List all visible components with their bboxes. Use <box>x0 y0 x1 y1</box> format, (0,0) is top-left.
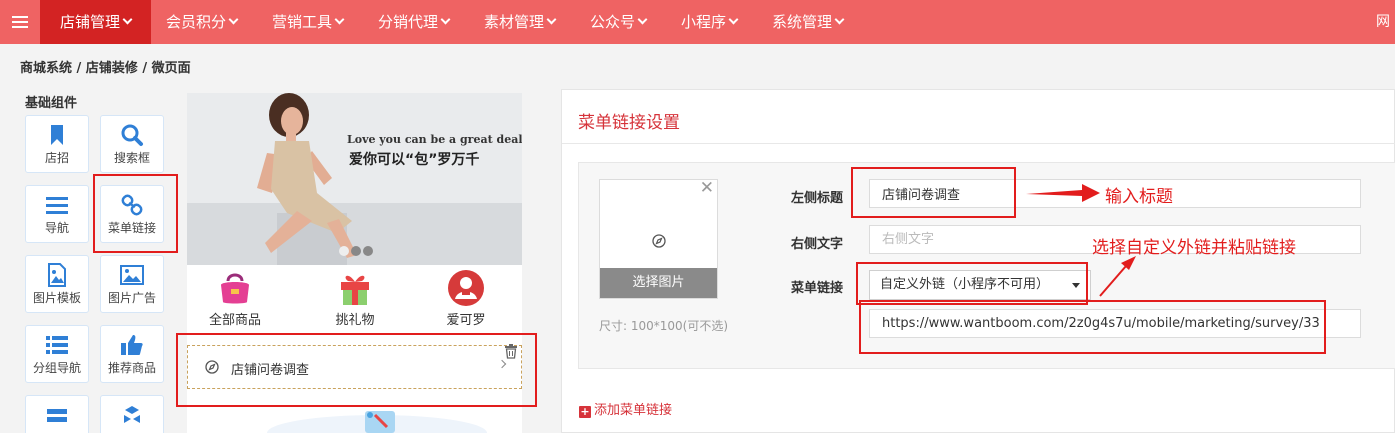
phone-preview: Love you can be a great deal 爱你可以“包”罗万千 … <box>187 93 522 433</box>
brand-name: 网 <box>1376 14 1390 30</box>
component-label: 菜单链接 <box>107 221 156 235</box>
component-label: 推荐商品 <box>107 361 156 375</box>
nav-item-materials[interactable]: 素材管理 <box>484 0 557 44</box>
banner-chinese-slogan: 爱你可以“包”罗万千 <box>349 152 480 168</box>
chevron-down-icon <box>728 14 739 25</box>
component-image-template[interactable]: 图片模板 <box>25 255 89 313</box>
image-upload-box[interactable]: ✕ 选择图片 <box>599 178 718 299</box>
search-icon <box>121 124 143 146</box>
add-menu-link-button[interactable]: + 添加菜单链接 <box>579 399 672 418</box>
grouped-list-icon <box>46 336 68 354</box>
nav-item-distribution[interactable]: 分销代理 <box>378 0 451 44</box>
nav-item-mini-program[interactable]: 小程序 <box>681 0 739 44</box>
hamburger-menu-icon[interactable] <box>0 0 40 44</box>
panel-title: 菜单链接设置 <box>578 113 680 133</box>
top-navigation: 店铺管理 会员积分 营销工具 分销代理 素材管理 公众号 小程序 系统管理 网 <box>0 0 1395 44</box>
component-menu-link[interactable]: 菜单链接 <box>100 185 164 243</box>
component-recommended-products[interactable]: 推荐商品 <box>100 325 164 383</box>
right-text-label: 右侧文字 <box>791 237 844 252</box>
banner-english-slogan: Love you can be a great deal <box>347 133 522 146</box>
compass-icon <box>652 234 666 248</box>
component-label: 分组导航 <box>32 361 81 375</box>
chevron-right-icon <box>497 359 507 369</box>
annotation-choose-link: 选择自定义外链并粘贴链接 <box>1092 238 1296 258</box>
chevron-down-icon <box>122 14 133 25</box>
add-menu-link-label: 添加菜单链接 <box>594 403 673 418</box>
component-label: 图片广告 <box>107 291 156 305</box>
compass-icon <box>205 360 219 374</box>
component-label: 搜索框 <box>113 151 150 165</box>
menu-link-settings-panel: 菜单链接设置 ✕ 选择图片 尺寸: 100*100(可不选) 左侧标题 右侧文字… <box>561 89 1395 433</box>
nav-item-system-management[interactable]: 系统管理 <box>772 0 845 44</box>
thumbs-up-icon <box>121 335 143 355</box>
chevron-down-icon <box>834 14 845 25</box>
chevron-down-icon <box>228 14 239 25</box>
nav-item-store-management[interactable]: 店铺管理 <box>40 0 151 44</box>
caret-down-icon <box>1072 283 1080 288</box>
trash-icon[interactable] <box>504 344 518 359</box>
chevron-down-icon <box>637 14 648 25</box>
component-navigation[interactable]: 导航 <box>25 185 89 243</box>
next-component-partial <box>267 411 487 433</box>
menu-link-label: 菜单链接 <box>791 281 844 296</box>
quick-link-label: 全部商品 <box>208 313 261 328</box>
component-label: 导航 <box>44 221 69 235</box>
component-image-ad[interactable]: 图片广告 <box>100 255 164 313</box>
bag-icon <box>221 273 249 304</box>
plus-icon: + <box>579 405 591 418</box>
carousel-dots[interactable] <box>339 245 375 260</box>
chevron-down-icon <box>546 14 557 25</box>
breadcrumb: 商城系统 / 店铺装修 / 微页面 <box>20 61 191 76</box>
gift-icon <box>341 275 369 305</box>
bookmark-icon <box>51 125 63 145</box>
preview-menu-link-label: 店铺问卷调查 <box>231 363 310 378</box>
stack-icon <box>47 409 67 422</box>
menu-link-type-value: 自定义外链（小程序不可用） <box>880 277 1050 292</box>
brand-logo-icon <box>448 270 484 306</box>
choose-image-button[interactable]: 选择图片 <box>600 268 717 298</box>
divider <box>562 143 1395 144</box>
nav-item-marketing-tools[interactable]: 营销工具 <box>272 0 345 44</box>
component-grouped-nav[interactable]: 分组导航 <box>25 325 89 383</box>
annotation-input-title: 输入标题 <box>1105 187 1173 207</box>
link-icon <box>121 194 143 216</box>
menu-link-type-select[interactable]: 自定义外链（小程序不可用） <box>869 270 1091 300</box>
list-icon <box>46 197 68 214</box>
chevron-down-icon <box>440 14 451 25</box>
left-title-label: 左侧标题 <box>791 191 844 206</box>
model-photo-illustration <box>187 93 522 265</box>
component-tile-partial[interactable] <box>25 395 89 433</box>
chevron-down-icon <box>334 14 345 25</box>
image-size-hint: 尺寸: 100*100(可不选) <box>599 319 729 333</box>
component-label: 图片模板 <box>32 291 81 305</box>
banner-image[interactable]: Love you can be a great deal 爱你可以“包”罗万千 <box>187 93 522 265</box>
nav-item-official-account[interactable]: 公众号 <box>590 0 648 44</box>
quick-link-label: 爱可罗 <box>446 313 486 328</box>
image-file-icon <box>48 263 66 287</box>
preview-menu-link-item[interactable]: 店铺问卷调查 <box>187 344 522 389</box>
menu-link-form: ✕ 选择图片 尺寸: 100*100(可不选) 左侧标题 右侧文字 菜单链接 自… <box>578 162 1395 369</box>
component-search-box[interactable]: 搜索框 <box>100 115 164 173</box>
link-url-input[interactable] <box>869 309 1361 338</box>
component-label: 店招 <box>44 151 69 165</box>
close-icon[interactable]: ✕ <box>700 178 714 198</box>
component-tile-partial[interactable] <box>100 395 164 433</box>
cubes-icon <box>124 406 140 423</box>
picture-icon <box>120 265 144 285</box>
component-store-header[interactable]: 店招 <box>25 115 89 173</box>
components-title: 基础组件 <box>25 96 78 111</box>
quick-link-label: 挑礼物 <box>335 313 375 328</box>
nav-item-member-points[interactable]: 会员积分 <box>166 0 239 44</box>
